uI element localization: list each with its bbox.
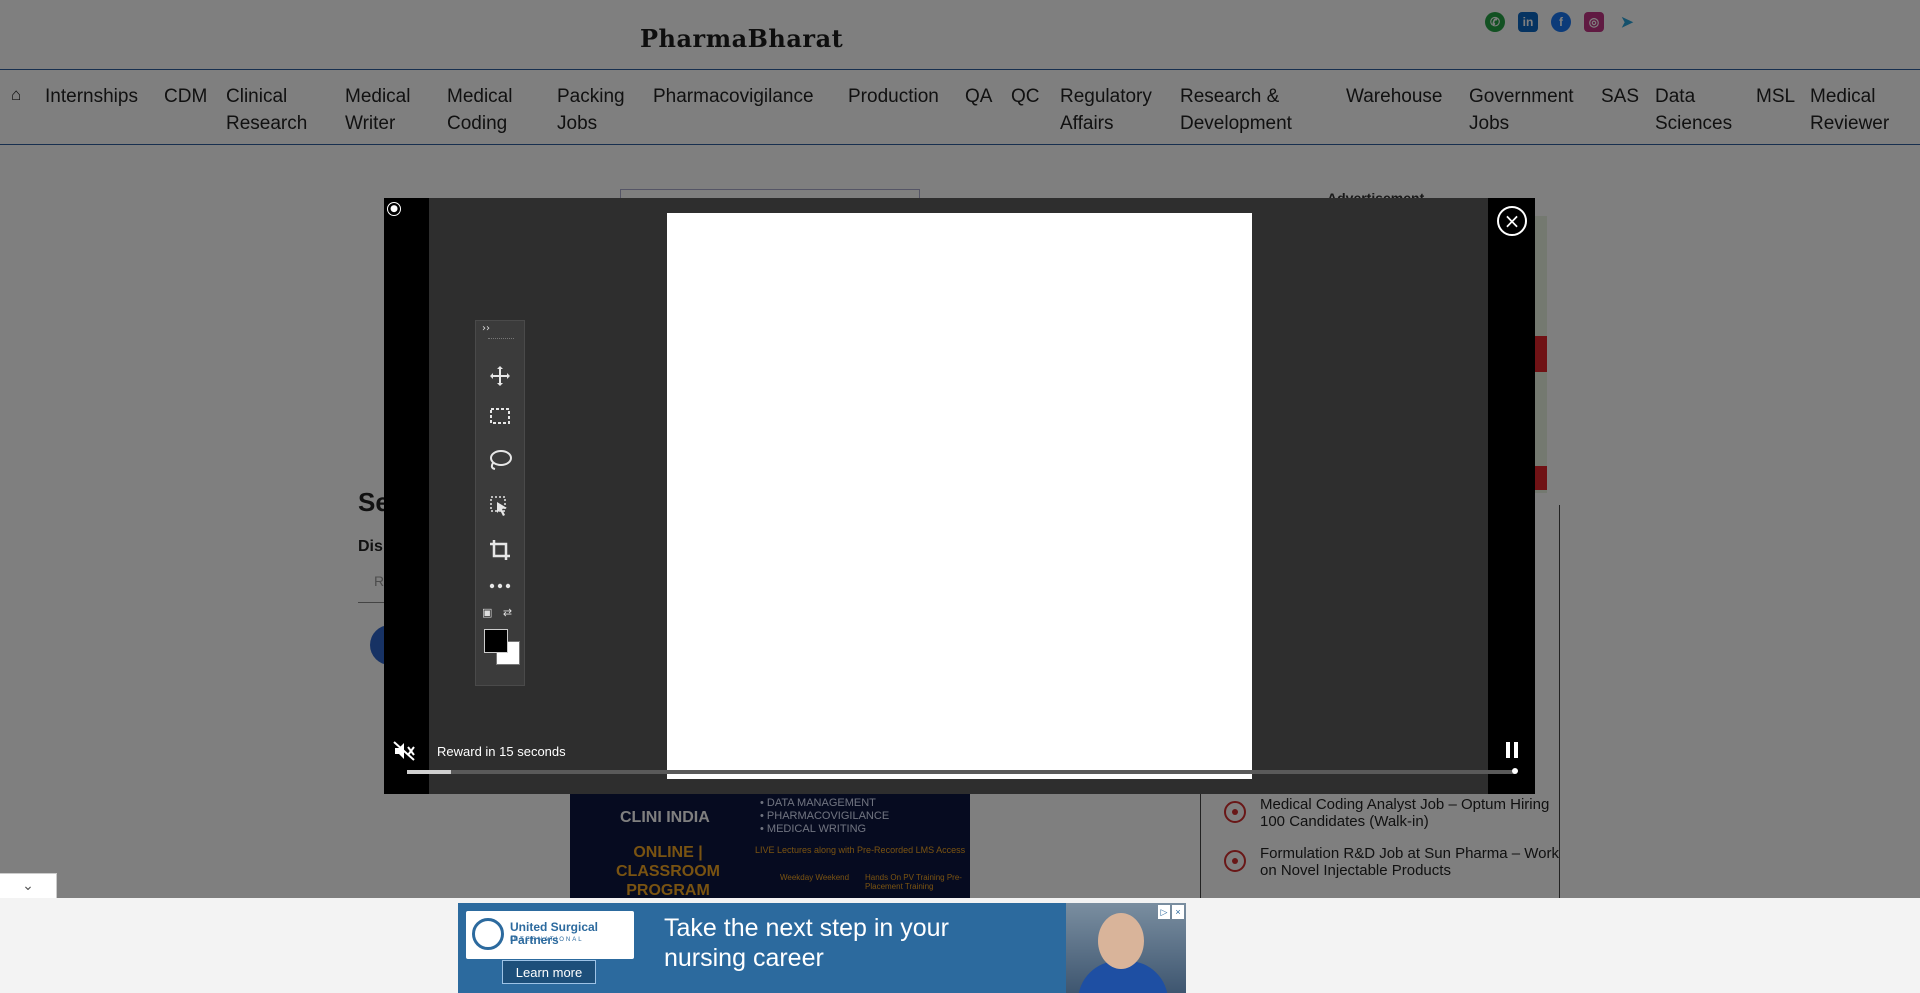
pause-icon[interactable] <box>1506 742 1522 760</box>
move-tool-icon[interactable] <box>484 361 516 391</box>
collapse-toolbar-icon[interactable]: ›› <box>482 323 490 334</box>
chevron-down-icon: ⌄ <box>22 878 34 894</box>
reward-countdown: Reward in 15 seconds <box>437 744 566 759</box>
usp-logo: United Surgical Partners INTERNATIONAL <box>466 911 634 959</box>
adchoices-info-icon[interactable]: ▷ <box>1158 905 1170 919</box>
video-progress-fill <box>407 770 452 774</box>
lasso-tool-icon[interactable] <box>484 445 516 475</box>
video-progress-bar[interactable] <box>407 770 1515 774</box>
more-tools-icon[interactable] <box>484 571 516 601</box>
swap-colors-icon[interactable]: ▣ ⇄ <box>482 606 522 620</box>
ad-photo-face <box>1098 913 1144 969</box>
bottom-banner-ad[interactable]: United Surgical Partners INTERNATIONAL L… <box>458 903 1186 993</box>
adchoices-close-icon[interactable]: × <box>1172 905 1184 919</box>
foreground-color-swatch[interactable] <box>484 629 508 653</box>
close-ad-button[interactable]: × <box>1497 206 1527 236</box>
object-select-tool-icon[interactable] <box>484 491 516 521</box>
usp-brand-sub: INTERNATIONAL <box>510 937 584 943</box>
collapse-ad-button[interactable]: ⌄ <box>0 873 57 898</box>
editor-toolbar: ›› ▣ ⇄ <box>475 320 525 686</box>
video-progress-handle[interactable] <box>1512 768 1518 774</box>
adchoices-icon[interactable]: ▷ × <box>1158 905 1184 919</box>
toolbar-grip <box>488 338 514 341</box>
crop-tool-icon[interactable] <box>484 535 516 565</box>
mute-icon[interactable] <box>392 740 416 762</box>
privacy-icon[interactable]: ● <box>387 202 401 216</box>
editor-canvas[interactable] <box>667 213 1252 779</box>
marquee-tool-icon[interactable] <box>484 401 516 431</box>
usp-brand-name: United Surgical Partners <box>510 920 599 947</box>
learn-more-button[interactable]: Learn more <box>502 960 596 984</box>
ad-headline: Take the next step in your nursing caree… <box>664 914 949 972</box>
usp-logo-mark <box>472 918 504 950</box>
